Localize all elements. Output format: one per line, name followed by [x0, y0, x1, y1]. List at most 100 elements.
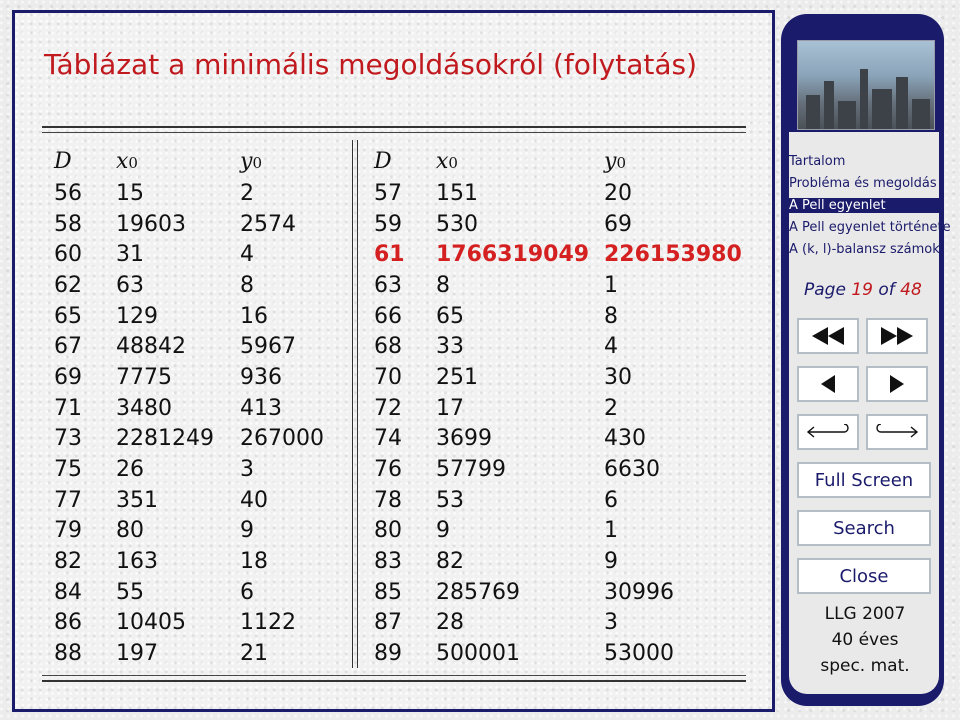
table-row: 63 8 1	[374, 270, 744, 301]
cell-y0: 1	[604, 272, 618, 298]
cell-d: 72	[374, 395, 402, 421]
table-row: 86 10405 1122	[54, 608, 344, 639]
cell-d: 66	[374, 303, 402, 329]
toc-item-balansz-szamok[interactable]: A (k, l)-balansz számok	[789, 242, 940, 257]
toc-item-tartalom[interactable]: Tartalom	[789, 154, 845, 169]
header-y0: y0	[240, 148, 262, 174]
cell-y0: 8	[604, 303, 618, 329]
cell-y0: 2	[604, 395, 618, 421]
cell-d: 74	[374, 426, 402, 452]
cell-x0: 82	[436, 549, 464, 575]
table-row: 78 53 6	[374, 485, 744, 516]
cell-y0: 6	[240, 579, 254, 605]
close-button[interactable]: Close	[797, 558, 931, 594]
hook-left-arrow-icon	[806, 424, 849, 438]
cell-y0: 1	[604, 518, 618, 544]
cell-y0: 3	[240, 457, 254, 483]
cell-x0: 285769	[436, 579, 520, 605]
table-row: 61 1766319049 226153980	[374, 239, 744, 270]
table-row: 72 17 2	[374, 393, 744, 424]
footer-line: LLG 2007	[824, 604, 906, 624]
cell-x0: 53	[436, 487, 464, 513]
cell-y0: 53000	[604, 641, 674, 667]
cell-y0: 16	[240, 303, 268, 329]
cell-d: 68	[374, 334, 402, 360]
cell-y0: 5967	[240, 334, 296, 360]
cell-x0: 163	[116, 549, 158, 575]
cell-x0: 65	[436, 303, 464, 329]
cell-d: 89	[374, 641, 402, 667]
cell-d: 70	[374, 364, 402, 390]
cell-d: 83	[374, 549, 402, 575]
cell-d: 63	[374, 272, 402, 298]
cell-x0: 8	[436, 272, 450, 298]
cell-y0: 267000	[240, 426, 324, 452]
cell-y0: 6	[604, 487, 618, 513]
table-row: 67 48842 5967	[54, 331, 344, 362]
bottom-rule	[42, 675, 746, 676]
search-button[interactable]: Search	[797, 510, 931, 546]
table-row: 79 80 9	[54, 516, 344, 547]
cell-x0: 7775	[116, 364, 172, 390]
cell-y0: 30996	[604, 579, 674, 605]
previous-page-button[interactable]	[797, 366, 859, 402]
table-row: 70 251 30	[374, 362, 744, 393]
cell-x0: 500001	[436, 641, 520, 667]
cell-x0: 48842	[116, 334, 186, 360]
cell-x0: 80	[116, 518, 144, 544]
cell-x0: 31	[116, 242, 144, 268]
column-separator	[357, 140, 358, 668]
cell-d: 79	[54, 518, 82, 544]
toc-item-pell-tortenete[interactable]: A Pell egyenlet története	[789, 220, 951, 235]
toc-item-problema[interactable]: Probléma és megoldás	[789, 176, 937, 191]
go-back-button[interactable]	[797, 414, 859, 450]
cell-y0: 4	[240, 242, 254, 268]
cell-d: 75	[54, 457, 82, 483]
cell-x0: 10405	[116, 610, 186, 636]
cell-x0: 28	[436, 610, 464, 636]
last-page-button[interactable]	[866, 318, 928, 354]
table-row: 65 129 16	[54, 301, 344, 332]
header-d: D	[54, 148, 72, 174]
cell-y0: 226153980	[604, 242, 742, 268]
cell-d: 82	[54, 549, 82, 575]
next-page-button[interactable]	[866, 366, 928, 402]
table-row: 85 285769 30996	[374, 577, 744, 608]
cell-x0: 3480	[116, 395, 172, 421]
table-row: 76 57799 6630	[374, 454, 744, 485]
table-row: 71 3480 413	[54, 393, 344, 424]
cell-x0: 1766319049	[436, 242, 590, 268]
cell-x0: 15	[116, 180, 144, 206]
footer-line: 40 éves	[831, 630, 899, 650]
cell-x0: 57799	[436, 457, 506, 483]
table-row: 82 163 18	[54, 546, 344, 577]
toc-item-pell-egyenlet[interactable]: A Pell egyenlet	[789, 198, 941, 213]
table-row: 60 31 4	[54, 239, 344, 270]
table-row: 75 26 3	[54, 454, 344, 485]
first-page-button[interactable]	[797, 318, 859, 354]
cell-y0: 69	[604, 211, 632, 237]
column-separator	[352, 140, 353, 668]
cell-d: 86	[54, 610, 82, 636]
hook-right-arrow-icon	[876, 424, 919, 438]
table-row: 73 2281249 267000	[54, 424, 344, 455]
table-row: 62 63 8	[54, 270, 344, 301]
right-table: D x0 y0 57 151 20 59 530 69 61 1766319049 226153…	[374, 144, 744, 669]
cell-y0: 30	[604, 364, 632, 390]
full-screen-button[interactable]: Full Screen	[797, 462, 931, 498]
cell-y0: 413	[240, 395, 282, 421]
cell-y0: 9	[604, 549, 618, 575]
cell-d: 60	[54, 242, 82, 268]
table-row: 59 530 69	[374, 209, 744, 240]
slide-title: Táblázat a minimális megoldásokról (foly…	[44, 48, 697, 81]
table-row: 56 15 2	[54, 178, 344, 209]
cell-d: 61	[374, 242, 405, 268]
city-logo-image	[797, 40, 935, 130]
table-row: 89 500001 53000	[374, 638, 744, 669]
cell-x0: 530	[436, 211, 478, 237]
cell-x0: 63	[116, 272, 144, 298]
go-forward-button[interactable]	[866, 414, 928, 450]
minimal-solutions-table: D x0 y0 56 15 2 58 19603 2574 60 31 4 62 63 8 65 129 1…	[42, 126, 746, 682]
cell-x0: 19603	[116, 211, 186, 237]
cell-d: 56	[54, 180, 82, 206]
